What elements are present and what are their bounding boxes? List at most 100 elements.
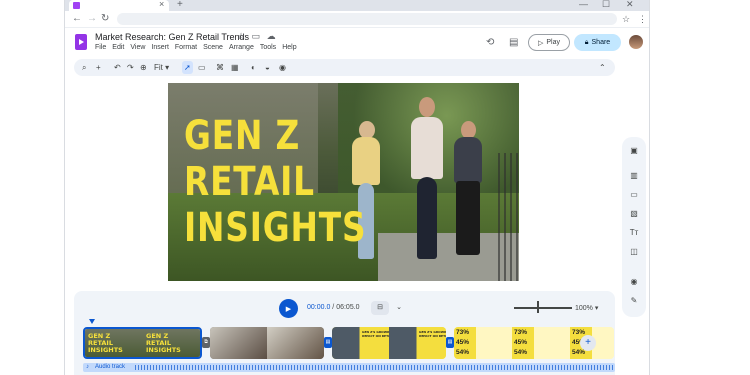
person-middle-head — [419, 97, 435, 117]
transition-icon[interactable]: ▤ — [324, 337, 332, 348]
person-middle-shirt — [411, 117, 443, 179]
browser-menu-icon[interactable]: ⋮ — [638, 13, 647, 25]
timeline-clip-3[interactable]: GEN Z'S GROWING IMPACT ON RETAIL GEN Z'S… — [332, 327, 446, 359]
stat-value: 73% — [456, 329, 470, 336]
menu-scene[interactable]: Scene — [203, 44, 223, 51]
media-icon[interactable]: ▧ — [628, 208, 640, 220]
zoom-icon[interactable]: ⊕ — [140, 61, 147, 74]
menu-insert[interactable]: Insert — [151, 44, 169, 51]
timeline-clip-1[interactable]: GEN Z RETAIL INSIGHTS GEN Z RETAIL INSIG… — [83, 327, 202, 359]
close-window-icon[interactable]: ✕ — [626, 0, 634, 10]
shapes-icon[interactable]: ◫ — [628, 246, 640, 258]
back-icon[interactable]: ← — [72, 13, 82, 25]
clip-thumb-text: GEN Z RETAIL INSIGHTS — [146, 332, 181, 354]
format-painter-icon[interactable]: ⌘ — [216, 61, 224, 74]
captions-icon[interactable]: ⊟ — [371, 301, 389, 315]
playback-options-chevron-icon[interactable]: ⌄ — [390, 301, 408, 315]
record-icon[interactable]: ◉ — [628, 276, 640, 288]
timeline-zoom-handle[interactable] — [537, 301, 539, 313]
lock-icon: 🔒︎ — [584, 38, 589, 46]
theme-palette-icon[interactable]: ◐ — [251, 61, 256, 74]
menu-bar: File Edit View Insert Format Scene Arrange Tool… — [95, 44, 303, 51]
zoom-fit-select[interactable]: Fit ▾ — [154, 61, 169, 74]
timeline-zoom-value[interactable]: 100% ▾ — [575, 304, 598, 312]
add-scene-icon[interactable]: + — [580, 335, 596, 351]
share-button[interactable]: 🔒︎ Share — [574, 34, 621, 51]
audio-track[interactable]: ♪ Audio track — [83, 363, 615, 372]
border-color-icon[interactable]: ◉ — [279, 61, 286, 74]
current-time: 00:00.0 — [307, 304, 331, 311]
clip-thumb-text: GEN Z RETAIL INSIGHTS — [88, 332, 123, 354]
cloud-status-icon[interactable]: ☁ — [267, 31, 276, 41]
title-actions: ☆ ▭ ☁ — [237, 31, 280, 42]
menu-arrange[interactable]: Arrange — [229, 44, 254, 51]
menu-format[interactable]: Format — [175, 44, 197, 51]
headline-line-1: GEN Z — [184, 113, 301, 159]
select-tool-icon[interactable]: ➚ — [182, 61, 193, 74]
version-history-icon[interactable]: ⟲ — [486, 37, 494, 48]
clip-thumb-stats: 73% 45% 54% — [512, 327, 534, 359]
slide-headline[interactable]: GEN Z RETAIL INSIGHTS — [184, 113, 367, 251]
folder-icon[interactable]: ▭ — [628, 189, 640, 201]
templates-icon[interactable]: ▥ — [628, 170, 640, 182]
total-time: 06:05.0 — [336, 304, 360, 311]
playback-time: 00:00.0 / 06:05.0 — [307, 304, 360, 311]
address-bar[interactable] — [117, 13, 617, 25]
headline-line-3: INSIGHTS — [184, 205, 367, 251]
move-folder-icon[interactable]: ▭ — [252, 31, 261, 41]
clip-thumb-stats: 73% 45% 54% — [454, 327, 476, 359]
undo-icon[interactable]: ↶ — [114, 61, 121, 74]
person-middle-pants — [417, 177, 437, 259]
menu-file[interactable]: File — [95, 44, 106, 51]
stat-value: 45% — [456, 339, 470, 346]
forward-icon[interactable]: → — [87, 13, 97, 25]
minimize-icon[interactable]: — — [579, 0, 588, 10]
audio-waveform — [135, 365, 615, 370]
playhead-icon[interactable] — [89, 319, 95, 324]
maximize-icon[interactable]: ☐ — [602, 0, 610, 10]
timeline-zoom-slider[interactable] — [514, 307, 572, 309]
new-tab-icon[interactable]: + — [177, 0, 183, 10]
stat-value: 54% — [514, 349, 528, 356]
menu-tools[interactable]: Tools — [260, 44, 276, 51]
star-icon[interactable]: ☆ — [237, 31, 245, 41]
preview-play-button[interactable]: ▶ — [279, 299, 298, 318]
text-icon[interactable]: Tт — [628, 227, 640, 239]
layout-icon[interactable]: ▦ — [231, 61, 239, 74]
stat-value: 73% — [514, 329, 528, 336]
transition-icon[interactable]: ▤ — [446, 337, 454, 348]
person-left-sweater — [352, 137, 380, 185]
redo-icon[interactable]: ↷ — [127, 61, 134, 74]
editing-toolbar: ⌕ + ↶ ↷ ⊕ Fit ▾ ➚ ▭ ⌘ ▦ ◐ ◒ ◉ ⌃ — [74, 59, 615, 76]
stat-value: 54% — [456, 349, 470, 356]
tab-close-icon[interactable]: × — [159, 0, 164, 10]
menu-view[interactable]: View — [130, 44, 145, 51]
chevron-down-icon: ▾ — [165, 63, 170, 72]
edit-note-icon[interactable]: ✎ — [628, 295, 640, 307]
timeline-clip-2[interactable] — [210, 327, 324, 359]
reload-icon[interactable]: ↻ — [101, 13, 109, 25]
menu-help[interactable]: Help — [282, 44, 296, 51]
bookmark-star-icon[interactable]: ☆ — [622, 13, 630, 25]
browser-tab-strip: × + — ☐ ✕ — [65, 0, 649, 11]
search-menus-icon[interactable]: ⌕ — [82, 61, 86, 74]
clip-thumb — [210, 327, 267, 359]
document-title[interactable]: Market Research: Gen Z Retail Trends — [95, 32, 249, 42]
transition-icon[interactable]: ⧉ — [202, 337, 210, 348]
browser-tab[interactable]: × — [69, 0, 169, 11]
clip-thumb-lines — [534, 327, 570, 359]
fill-color-icon[interactable]: ◒ — [265, 61, 270, 74]
clip-thumb: GEN Z RETAIL INSIGHTS — [85, 329, 144, 357]
play-button[interactable]: ▷ Play — [528, 34, 570, 51]
slide-canvas[interactable]: GEN Z RETAIL INSIGHTS — [168, 83, 519, 281]
collapse-toolbar-icon[interactable]: ⌃ — [599, 61, 606, 74]
comment-add-icon[interactable]: ▭ — [198, 61, 206, 74]
browser-nav-row: ← → ↻ ☆ ⋮ — [65, 11, 649, 28]
add-icon[interactable]: + — [96, 61, 101, 74]
clip-thumb-text: GEN Z'S GROWING IMPACT ON RETAIL — [419, 330, 446, 338]
insert-image-icon[interactable]: ▣ — [628, 145, 640, 157]
vids-logo-icon[interactable] — [75, 34, 87, 50]
avatar[interactable] — [629, 35, 643, 49]
comments-icon[interactable]: ▤ — [509, 37, 518, 48]
menu-edit[interactable]: Edit — [112, 44, 124, 51]
